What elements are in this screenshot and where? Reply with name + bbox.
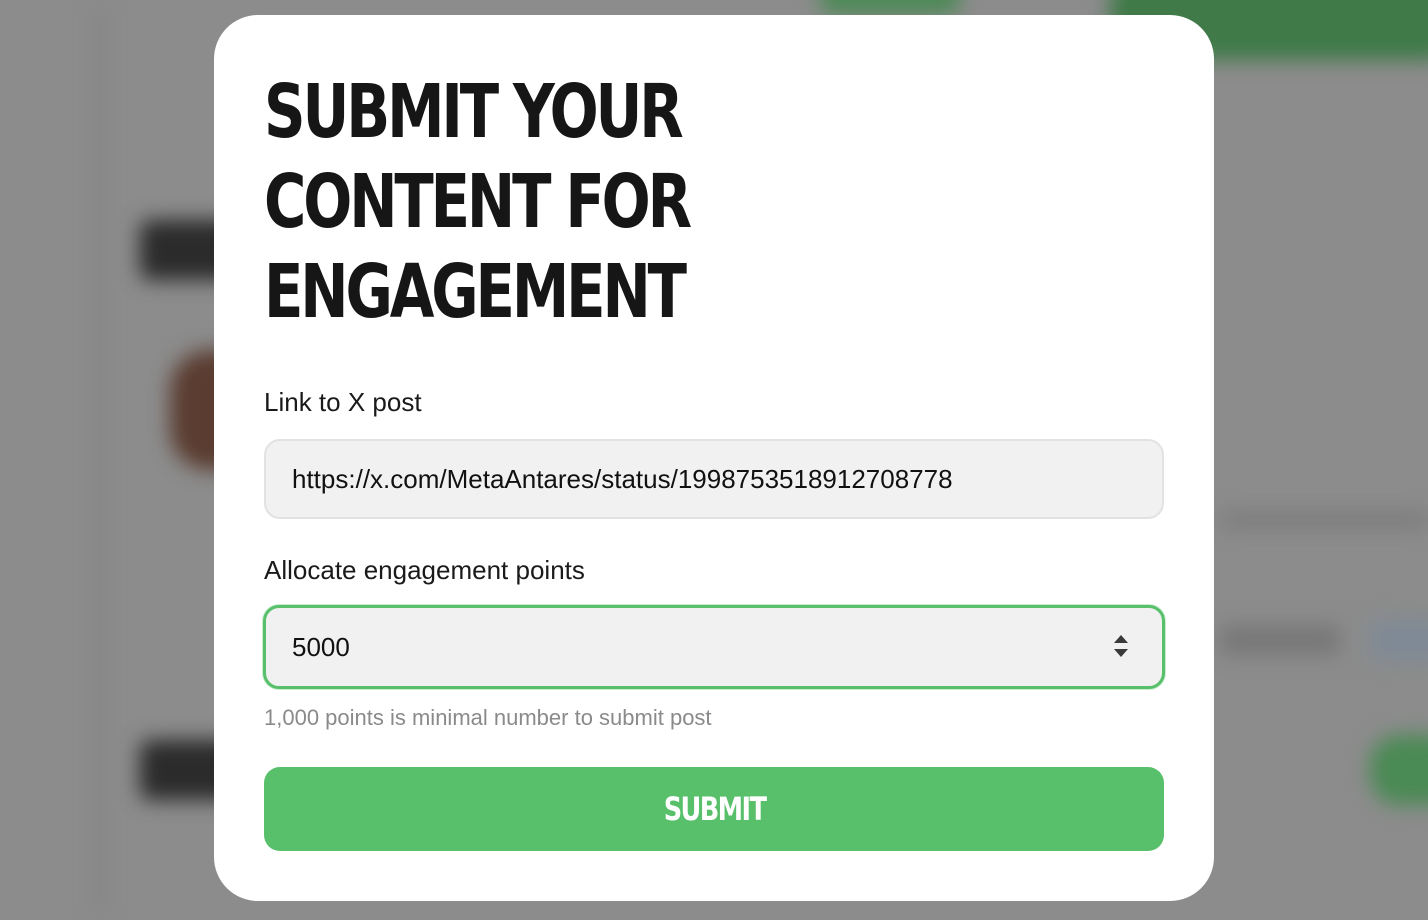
- background-green-button: [1370, 735, 1428, 805]
- stepper-down-icon[interactable]: [1114, 649, 1128, 657]
- background-text-line: [1220, 510, 1428, 530]
- up-down-stepper-icon[interactable]: [1112, 633, 1130, 661]
- minimum-points-hint: 1,000 points is minimal number to submit…: [264, 705, 712, 730]
- stepper-up-icon[interactable]: [1114, 635, 1128, 643]
- points-field-label: Allocate engagement points: [264, 555, 585, 585]
- submit-content-modal: SUBMIT YOUR CONTENT FOR ENGAGEMENT Link …: [214, 15, 1214, 901]
- link-field-label: Link to X post: [264, 387, 422, 417]
- modal-title-line: CONTENT FOR: [264, 159, 692, 245]
- modal-title-line: SUBMIT YOUR: [264, 69, 684, 155]
- background-chip: [1370, 620, 1428, 660]
- modal-title-line: ENGAGEMENT: [264, 249, 687, 335]
- submit-button[interactable]: SUBMIT: [264, 767, 1164, 851]
- background-text-line: [1220, 625, 1340, 655]
- background-column: [95, 0, 105, 920]
- background-green-chip: [820, 0, 960, 14]
- x-post-link-input[interactable]: [264, 439, 1164, 519]
- submit-button-label: SUBMIT: [663, 790, 766, 828]
- modal-title: SUBMIT YOUR CONTENT FOR ENGAGEMENT: [264, 67, 692, 337]
- engagement-points-input[interactable]: [263, 605, 1165, 689]
